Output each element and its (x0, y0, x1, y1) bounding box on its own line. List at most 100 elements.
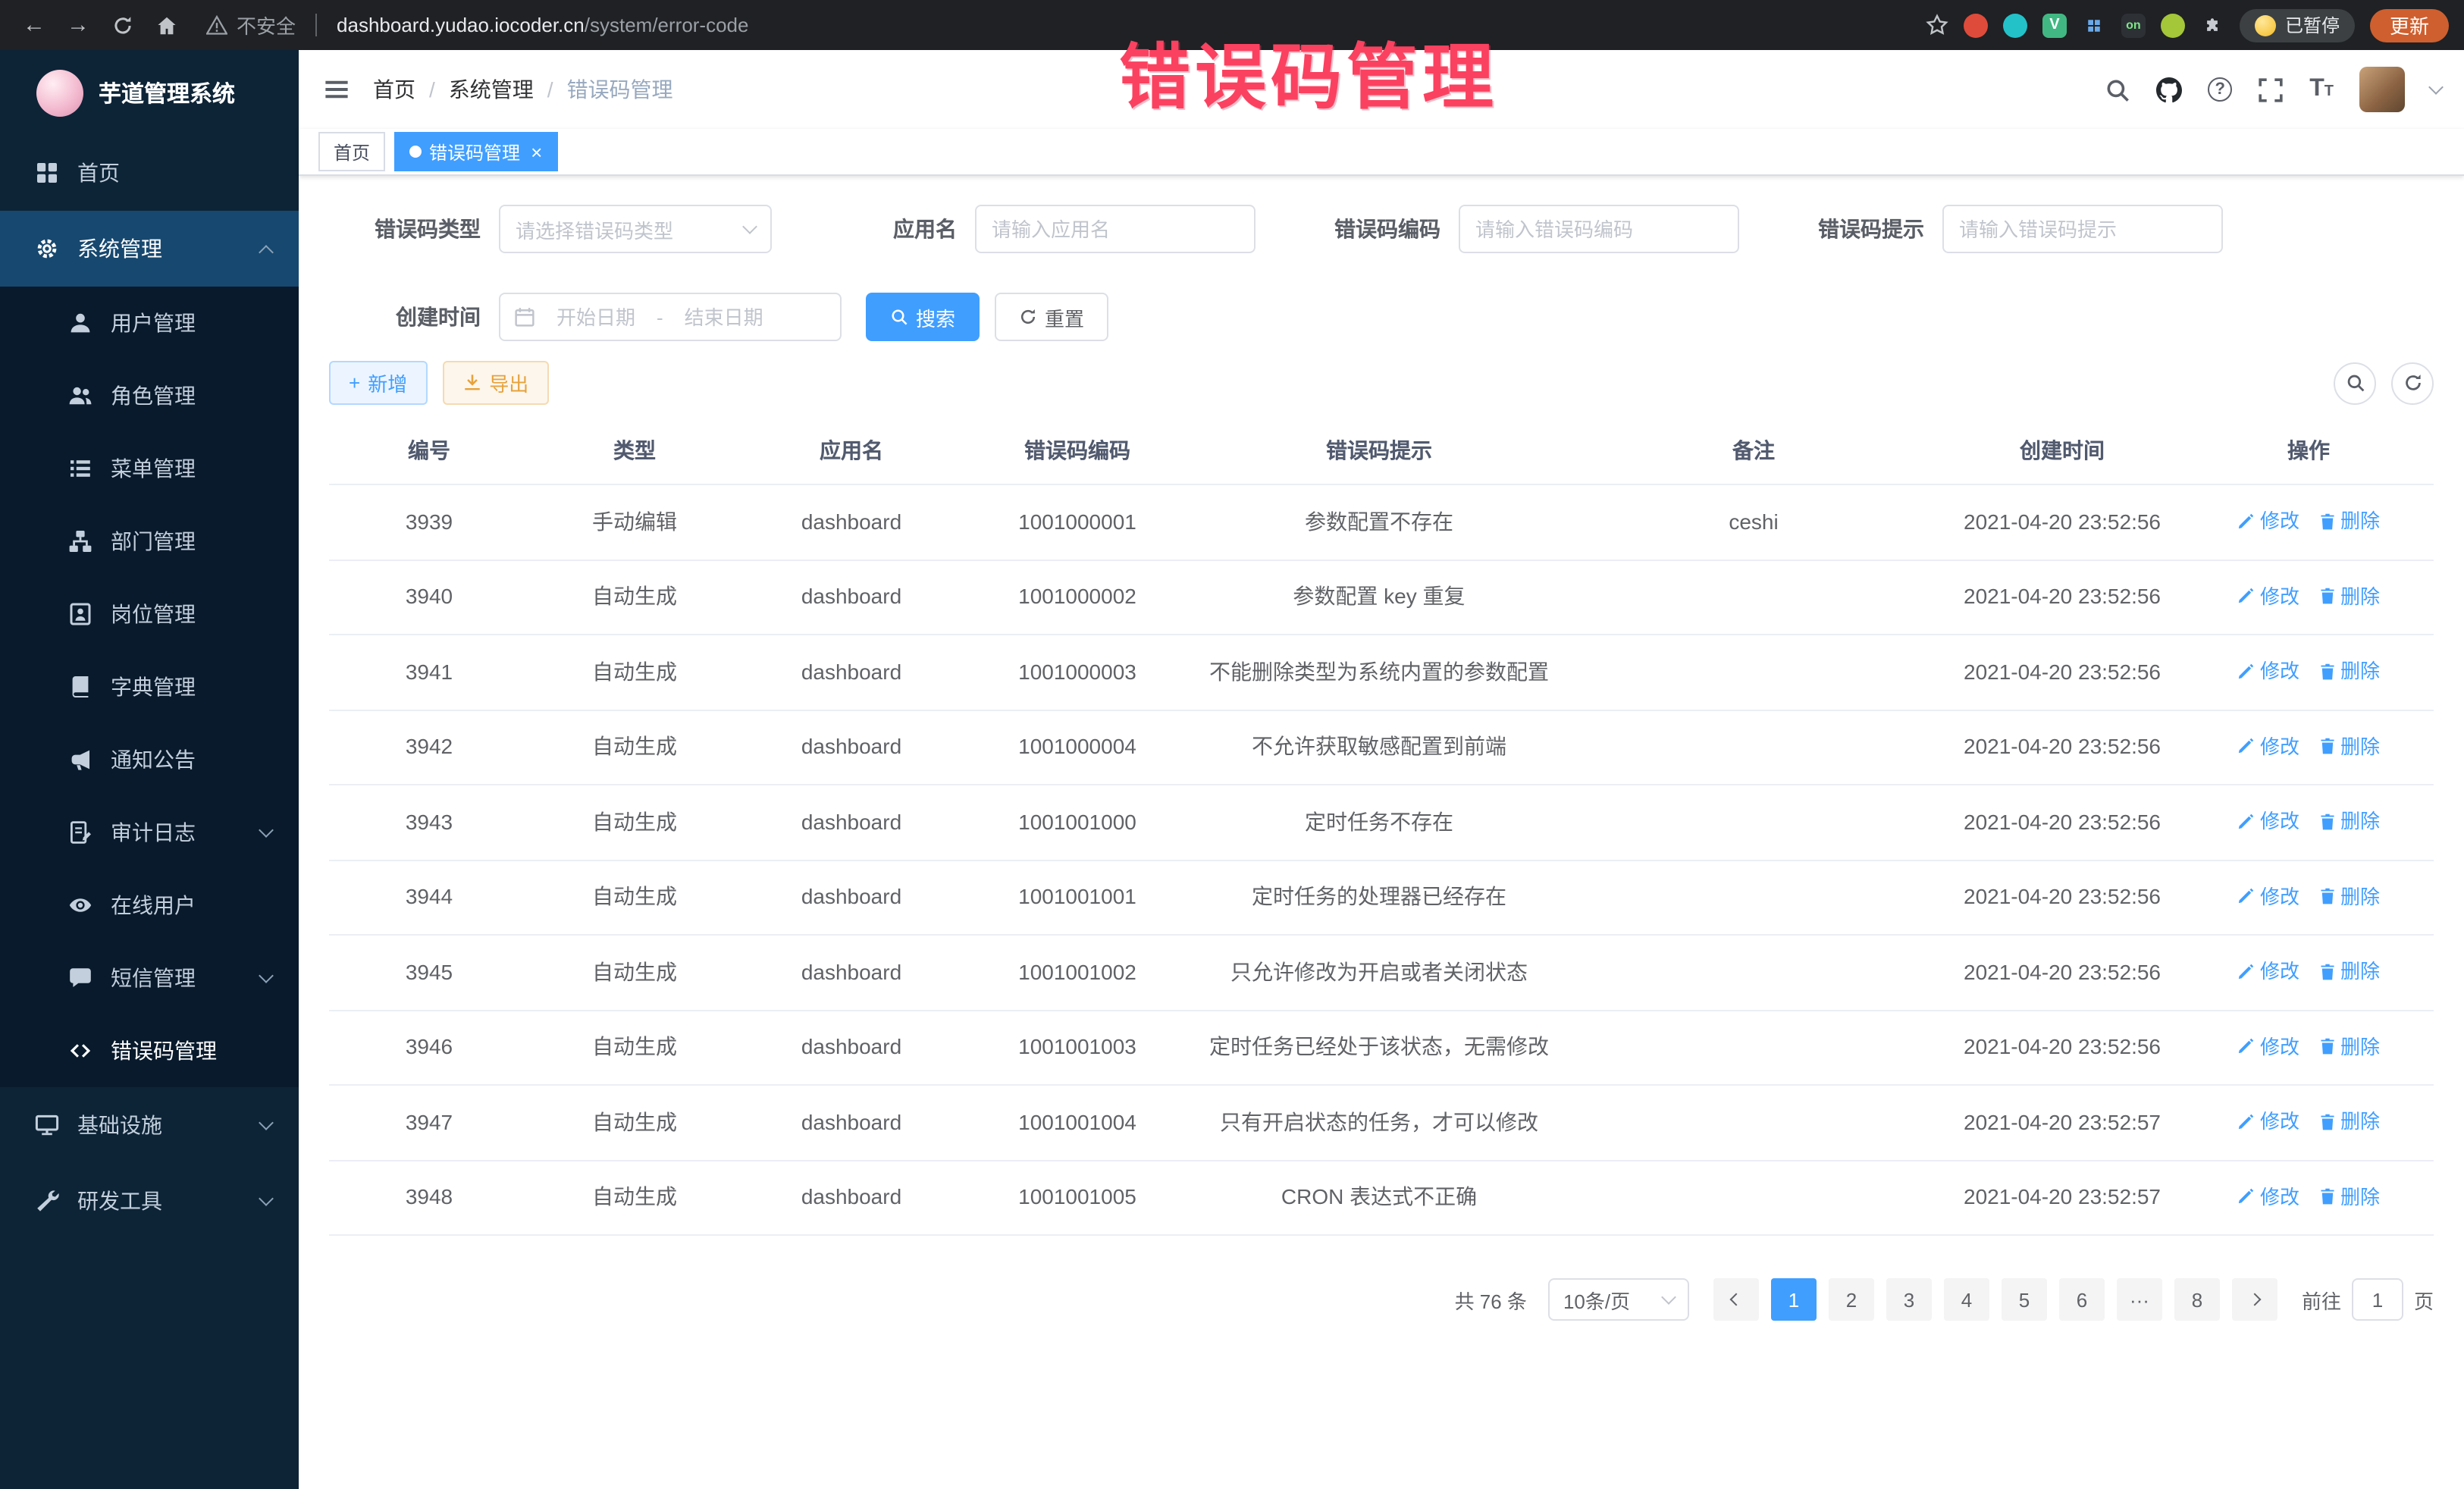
fullscreen-icon[interactable] (2258, 77, 2284, 102)
delete-link[interactable]: 删除 (2318, 1105, 2380, 1137)
sidebar-item-dict[interactable]: 字典管理 (0, 650, 299, 723)
url-path: /system/error-code (585, 14, 749, 36)
sidebar-item-audit[interactable]: 审计日志 (0, 796, 299, 869)
page-button-2[interactable]: 2 (1829, 1278, 1874, 1321)
edit-label: 修改 (2260, 1105, 2299, 1137)
toggle-search-button[interactable] (2334, 362, 2376, 404)
edit-link[interactable]: 修改 (2237, 955, 2299, 987)
extensions-puzzle-icon[interactable] (2200, 13, 2224, 37)
page-button-1[interactable]: 1 (1771, 1278, 1817, 1321)
breadcrumb-system[interactable]: 系统管理 (449, 74, 534, 105)
sidebar-item-menu[interactable]: 菜单管理 (0, 432, 299, 505)
forward-icon[interactable]: → (59, 6, 97, 44)
sidebar-item-user[interactable]: 用户管理 (0, 287, 299, 359)
edit-link[interactable]: 修改 (2237, 505, 2299, 537)
page-button-8[interactable]: 8 (2174, 1278, 2220, 1321)
search-button[interactable]: 搜索 (866, 293, 980, 341)
sidebar-item-system[interactable]: 系统管理 (0, 211, 299, 287)
update-button[interactable]: 更新 (2370, 8, 2449, 42)
edit-link[interactable]: 修改 (2237, 730, 2299, 762)
page-size-select[interactable]: 10条/页 (1548, 1278, 1689, 1321)
chevron-down-icon[interactable] (2428, 80, 2444, 95)
reload-icon[interactable] (103, 6, 141, 44)
edit-link[interactable]: 修改 (2237, 580, 2299, 612)
edit-link[interactable]: 修改 (2237, 655, 2299, 687)
code-value: 1001001002 (1018, 960, 1136, 984)
font-size-icon[interactable]: TT (2309, 77, 2334, 102)
paused-badge[interactable]: 已暂停 (2240, 8, 2355, 42)
sidebar-item-online[interactable]: 在线用户 (0, 869, 299, 942)
create-time-label: 创建时间 (329, 302, 481, 332)
back-icon[interactable]: ← (15, 6, 53, 44)
sidebar-item-dept[interactable]: 部门管理 (0, 505, 299, 578)
edit-link[interactable]: 修改 (2237, 1030, 2299, 1062)
sidebar-item-label: 角色管理 (111, 381, 196, 411)
delete-link[interactable]: 删除 (2318, 1180, 2380, 1212)
extension-green-icon[interactable] (2161, 13, 2185, 37)
delete-link[interactable]: 删除 (2318, 955, 2380, 987)
sidebar-item-errorcode[interactable]: 错误码管理 (0, 1014, 299, 1087)
goto-page-input[interactable] (2352, 1278, 2403, 1321)
bookmark-star-icon[interactable] (1926, 14, 1948, 36)
delete-link[interactable]: 删除 (2318, 730, 2380, 762)
edit-link[interactable]: 修改 (2237, 805, 2299, 837)
error-code-input[interactable] (1459, 205, 1739, 253)
page-button-5[interactable]: 5 (2002, 1278, 2047, 1321)
prev-page-button[interactable] (1713, 1278, 1759, 1321)
sidebar-item-infra[interactable]: 基础设施 (0, 1087, 299, 1163)
end-date-input[interactable] (669, 304, 779, 330)
edit-link[interactable]: 修改 (2237, 880, 2299, 912)
url-bar[interactable]: dashboard.yudao.iocoder.cn/system/error-… (337, 14, 748, 36)
date-range-picker[interactable]: - (499, 293, 842, 341)
tab-home[interactable]: 首页 (318, 132, 385, 171)
tags-view-bar: 首页 错误码管理 × (299, 129, 2464, 176)
extension-red-icon[interactable] (1964, 13, 1988, 37)
refresh-table-button[interactable] (2391, 362, 2434, 404)
extension-teal-icon[interactable] (2003, 13, 2027, 37)
error-hint-input[interactable] (1942, 205, 2223, 253)
start-date-input[interactable] (541, 304, 650, 330)
sidebar-item-post[interactable]: 岗位管理 (0, 578, 299, 650)
home-icon[interactable] (147, 6, 185, 44)
edit-link[interactable]: 修改 (2237, 1105, 2299, 1137)
search-icon[interactable] (2105, 77, 2130, 102)
vue-devtools-icon[interactable]: V (2042, 13, 2067, 37)
tab-error-code[interactable]: 错误码管理 × (394, 132, 557, 171)
sidebar-item-notice[interactable]: 通知公告 (0, 723, 299, 796)
sidebar-item-role[interactable]: 角色管理 (0, 359, 299, 432)
sidebar-item-devtools[interactable]: 研发工具 (0, 1163, 299, 1239)
help-icon[interactable]: ? (2208, 77, 2232, 102)
error-type-select[interactable]: 请选择错误码类型 (499, 205, 772, 253)
delete-link[interactable]: 删除 (2318, 655, 2380, 687)
delete-link[interactable]: 删除 (2318, 580, 2380, 612)
delete-icon (2318, 887, 2336, 905)
extension-on-icon[interactable]: on (2121, 13, 2146, 37)
close-icon[interactable]: × (531, 142, 542, 161)
add-button[interactable]: + 新增 (329, 361, 427, 405)
page-button-4[interactable]: 4 (1944, 1278, 1989, 1321)
edit-link[interactable]: 修改 (2237, 1180, 2299, 1212)
security-indicator[interactable]: 不安全 (206, 11, 296, 39)
extension-grid-icon[interactable] (2082, 13, 2106, 37)
delete-link[interactable]: 删除 (2318, 805, 2380, 837)
delete-link[interactable]: 删除 (2318, 505, 2380, 537)
hamburger-icon[interactable] (299, 76, 373, 103)
column-header: 操作 (2183, 417, 2434, 484)
sidebar-item-sms[interactable]: 短信管理 (0, 942, 299, 1014)
delete-link[interactable]: 删除 (2318, 880, 2380, 912)
github-icon[interactable] (2156, 77, 2182, 102)
app-name-input[interactable] (975, 205, 1256, 253)
export-button[interactable]: 导出 (442, 361, 548, 405)
sidebar-item-home[interactable]: 首页 (0, 135, 299, 211)
user-avatar[interactable] (2359, 67, 2405, 112)
page-button-3[interactable]: 3 (1886, 1278, 1932, 1321)
breadcrumb-home[interactable]: 首页 (373, 74, 415, 105)
reset-button-label: 重置 (1045, 303, 1084, 331)
next-page-button[interactable] (2232, 1278, 2277, 1321)
reset-button[interactable]: 重置 (995, 293, 1108, 341)
delete-link[interactable]: 删除 (2318, 1030, 2380, 1062)
cell-remark (1566, 635, 1941, 710)
more-pages-button[interactable]: ··· (2117, 1278, 2162, 1321)
error-hint-label: 错误码提示 (1773, 214, 1924, 244)
page-button-6[interactable]: 6 (2059, 1278, 2105, 1321)
